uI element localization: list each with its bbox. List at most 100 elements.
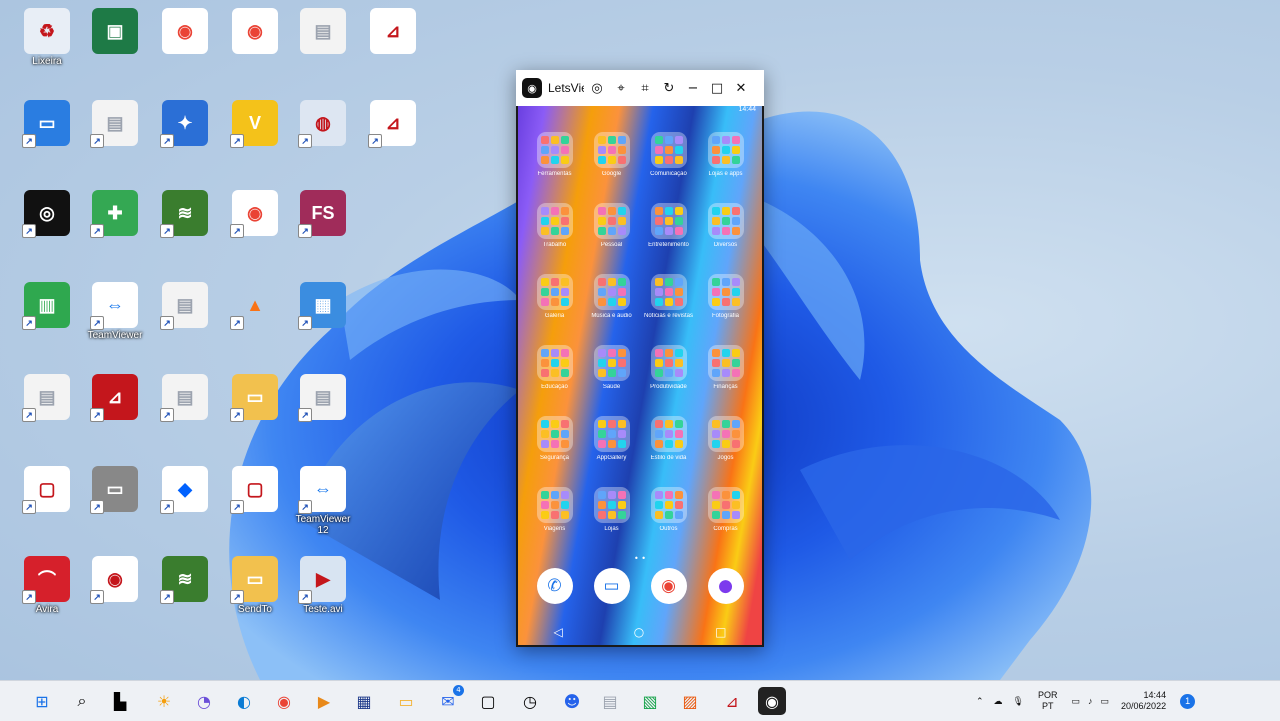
phone-app-folder[interactable]: Música e áudio xyxy=(583,274,640,319)
desktop-shortcut[interactable]: ◉ ↗ xyxy=(224,186,286,238)
minimize-button[interactable]: − xyxy=(682,77,704,99)
search-icon[interactable]: ⌕ xyxy=(68,687,96,715)
desktop-shortcut[interactable]: ⌒ ↗ Avira xyxy=(16,552,78,615)
desktop-shortcut[interactable]: ⊿ ↗ xyxy=(84,370,146,422)
desktop-shortcut[interactable]: ✦ ↗ xyxy=(154,96,216,148)
people-icon[interactable]: ☻ xyxy=(558,687,586,715)
phone-app-folder[interactable]: Galeria xyxy=(526,274,583,319)
desktop-shortcut[interactable]: ⊿ xyxy=(362,4,424,56)
phone-app-folder[interactable]: Comunicação xyxy=(640,132,697,177)
chat-icon[interactable]: ◔ xyxy=(190,687,218,715)
microphone-icon[interactable]: 🎙 xyxy=(1013,696,1024,707)
desktop-shortcut[interactable]: ▤ ↗ xyxy=(84,96,146,148)
desktop-shortcut[interactable]: ◎ ↗ xyxy=(16,186,78,238)
desktop-shortcut[interactable]: ◉ xyxy=(224,4,286,56)
rotate-icon[interactable]: ↻ xyxy=(658,77,680,99)
phone-app-folder[interactable]: Trabalho xyxy=(526,203,583,248)
desktop-shortcut[interactable]: ◉ ↗ xyxy=(84,552,146,604)
desktop-shortcut[interactable]: ▲ ↗ xyxy=(224,278,286,330)
desktop-shortcut[interactable]: ▤ ↗ xyxy=(154,278,216,330)
phone-app-folder[interactable]: Segurança xyxy=(526,416,583,461)
phone-app-folder[interactable]: Notícias e revistas xyxy=(640,274,697,319)
desktop-shortcut[interactable]: ▢ ↗ xyxy=(224,462,286,514)
maximize-button[interactable]: □ xyxy=(706,77,728,99)
desktop-shortcut[interactable]: V ↗ xyxy=(224,96,286,148)
mail-icon[interactable]: ✉ 4 xyxy=(434,685,464,715)
back-icon[interactable]: ◁ xyxy=(553,625,562,639)
desktop-shortcut[interactable]: ≋ ↗ xyxy=(154,552,216,604)
phone-app-folder[interactable]: AppGallery xyxy=(583,416,640,461)
phone-app-folder[interactable]: Lojas xyxy=(583,487,640,532)
recents-icon[interactable]: □ xyxy=(715,625,726,639)
cloud-icon[interactable]: ☁ xyxy=(994,696,1003,707)
store-icon[interactable]: ▦ xyxy=(350,687,378,715)
desktop-shortcut[interactable]: ▥ ↗ xyxy=(16,278,78,330)
phone-app-folder[interactable]: Produtividade xyxy=(640,345,697,390)
window-titlebar[interactable]: ◉ LetsView ◎ ⌖ ⌗ ↻ − □ ✕ xyxy=(516,70,764,106)
file-explorer-icon[interactable]: ▭ xyxy=(392,687,420,715)
language-indicator[interactable]: POR PT xyxy=(1038,690,1058,712)
excel-icon[interactable]: ▧ xyxy=(636,687,664,715)
phone-app-folder[interactable]: Jogos xyxy=(697,416,754,461)
desktop-shortcut[interactable]: ▣ xyxy=(84,4,146,56)
display-icon[interactable]: ▭ xyxy=(1072,696,1081,707)
desktop-shortcut[interactable]: ⇔ ↗ TeamViewer xyxy=(84,278,146,341)
desktop-shortcut[interactable]: ▭ ↗ xyxy=(224,370,286,422)
desktop-shortcut[interactable]: ▤ ↗ xyxy=(292,370,354,422)
desktop-shortcut[interactable]: ⇔ ↗ TeamViewer 12 xyxy=(292,462,354,536)
desktop-shortcut[interactable]: ▶ ↗ Teste.avi xyxy=(292,552,354,615)
record-icon[interactable]: ◎ xyxy=(586,77,608,99)
desktop-shortcut[interactable]: ▢ ↗ xyxy=(16,462,78,514)
desktop-shortcut[interactable]: ▭ ↗ xyxy=(16,96,78,148)
desktop-shortcut[interactable]: ▭ ↗ xyxy=(84,462,146,514)
app-taskbar-icon[interactable]: ▤ xyxy=(596,687,624,715)
desktop-shortcut[interactable]: ◆ ↗ xyxy=(154,462,216,514)
powerpoint-icon[interactable]: ▨ xyxy=(676,687,704,715)
edge-icon[interactable]: ◐ xyxy=(230,687,258,715)
desktop-shortcut[interactable]: FS ↗ xyxy=(292,186,354,238)
chrome-icon[interactable]: ◉ xyxy=(650,568,687,604)
desktop-shortcut[interactable]: ♻ Lixeira xyxy=(16,4,78,67)
phone-app-folder[interactable]: Entretenimento xyxy=(640,203,697,248)
desktop-shortcut[interactable]: ◍ ↗ xyxy=(292,96,354,148)
phone-app-folder[interactable]: Outros xyxy=(640,487,697,532)
desktop-shortcut[interactable]: ◉ xyxy=(154,4,216,56)
clock[interactable]: 14:44 20/06/2022 xyxy=(1121,690,1166,712)
phone-app-folder[interactable]: Fotografia xyxy=(697,274,754,319)
desktop-shortcut[interactable]: ▤ ↗ xyxy=(154,370,216,422)
speedometer-icon[interactable]: ◷ xyxy=(516,687,544,715)
pin-icon[interactable]: ⌖ xyxy=(610,77,632,99)
camera-icon[interactable]: ● xyxy=(707,568,744,604)
battery-icon[interactable]: ▭ xyxy=(1101,696,1110,707)
notification-icon[interactable]: 1 xyxy=(1180,693,1196,709)
messages-icon[interactable]: ▭ xyxy=(593,568,630,604)
weather-widget-icon[interactable]: ☀ xyxy=(150,687,178,715)
close-button[interactable]: ✕ xyxy=(730,77,752,99)
phone-app-folder[interactable]: Compras xyxy=(697,487,754,532)
phone-app-folder[interactable]: Diversos xyxy=(697,203,754,248)
phone-icon[interactable]: ✆ xyxy=(536,568,573,604)
crop-icon[interactable]: ⌗ xyxy=(634,77,656,99)
phone-app-folder[interactable]: Lojas e apps xyxy=(697,132,754,177)
phone-screen[interactable]: 14:44 Ferramentas Google Comunicação Lojas … xyxy=(518,106,762,645)
letsview-taskbar-icon[interactable]: ◉ xyxy=(758,687,786,715)
desktop-shortcut[interactable]: ⊿ ↗ xyxy=(362,96,424,148)
desktop-shortcut[interactable]: ▭ ↗ SendTo xyxy=(224,552,286,615)
chrome-taskbar-icon[interactable]: ◉ xyxy=(270,687,298,715)
desktop-shortcut[interactable]: ▦ ↗ xyxy=(292,278,354,330)
desktop-shortcut[interactable]: ▤ ↗ xyxy=(16,370,78,422)
desktop-shortcut[interactable]: ≋ ↗ xyxy=(154,186,216,238)
phone-app-folder[interactable]: Pessoal xyxy=(583,203,640,248)
phone-app-folder[interactable]: Ferramentas xyxy=(526,132,583,177)
phone-app-folder[interactable]: Google xyxy=(583,132,640,177)
letsview-window[interactable]: ◉ LetsView ◎ ⌖ ⌗ ↻ − □ ✕ 14:44 Ferrament… xyxy=(516,70,764,647)
task-view-icon[interactable]: ▙ xyxy=(106,687,134,715)
phone-app-folder[interactable]: Educação xyxy=(526,345,583,390)
phone-app-folder[interactable]: Saúde xyxy=(583,345,640,390)
show-hidden-icons-icon[interactable]: ⌃ xyxy=(976,696,984,707)
start-button[interactable]: ⊞ xyxy=(28,687,56,715)
desktop-shortcut[interactable]: ▤ xyxy=(292,4,354,56)
photos-icon[interactable]: ▢ xyxy=(474,687,502,715)
phone-app-folder[interactable]: Estilo de vida xyxy=(640,416,697,461)
home-icon[interactable]: ○ xyxy=(634,625,644,639)
